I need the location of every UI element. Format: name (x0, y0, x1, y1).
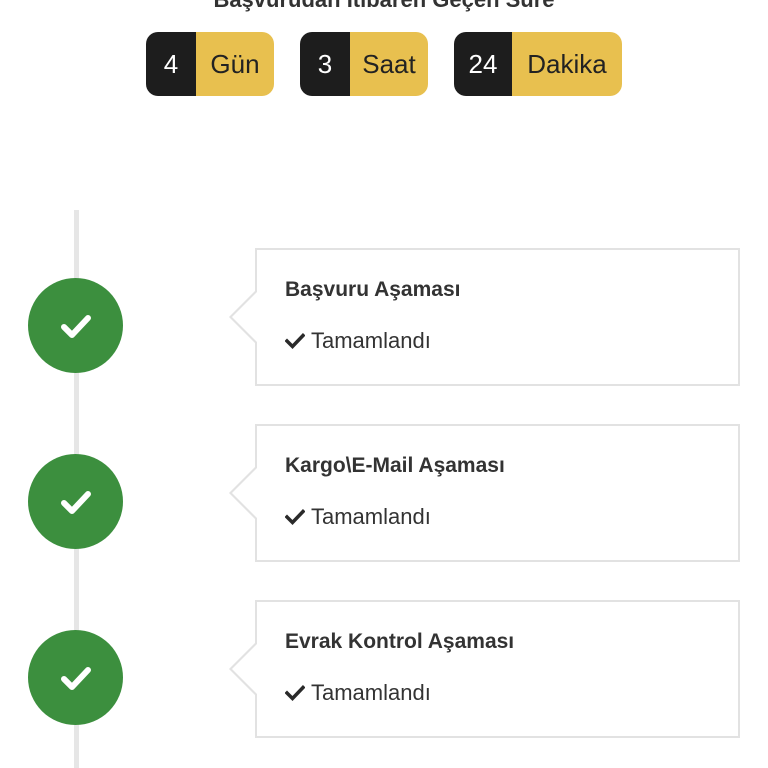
timeline-step-application: Başvuru Aşaması Tamamlandı (0, 248, 768, 388)
timeline-step-cargo-email: Kargo\E-Mail Aşaması Tamamlandı (0, 424, 768, 564)
minutes-counter: 24 Dakika (454, 32, 622, 96)
hours-unit: Saat (350, 32, 428, 96)
step-card: Evrak Kontrol Aşaması Tamamlandı (229, 600, 740, 738)
step-complete-badge (28, 454, 123, 549)
minutes-value: 24 (454, 32, 512, 96)
elapsed-time-title: Başvurudan İtibaren Geçen Süre (0, 0, 768, 14)
check-icon (60, 666, 91, 690)
application-tracking-page: Başvurudan İtibaren Geçen Süre 4 Gün 3 S… (0, 0, 768, 768)
step-card: Kargo\E-Mail Aşaması Tamamlandı (229, 424, 740, 562)
hours-counter: 3 Saat (300, 32, 428, 96)
step-status: Tamamlandı (285, 328, 431, 354)
step-status-label: Tamamlandı (311, 328, 431, 353)
step-complete-badge (28, 630, 123, 725)
step-title: Kargo\E-Mail Aşaması (285, 454, 505, 477)
check-icon (60, 490, 91, 514)
step-status: Tamamlandı (285, 504, 431, 530)
check-icon (60, 314, 91, 338)
minutes-unit: Dakika (512, 32, 622, 96)
check-icon (285, 685, 305, 702)
days-value: 4 (146, 32, 196, 96)
check-icon (285, 509, 305, 526)
timeline-step-document-check: Evrak Kontrol Aşaması Tamamlandı (0, 600, 768, 740)
step-title: Evrak Kontrol Aşaması (285, 630, 515, 653)
check-icon (285, 333, 305, 350)
days-unit: Gün (196, 32, 274, 96)
elapsed-time-counters: 4 Gün 3 Saat 24 Dakika (0, 32, 768, 96)
step-status: Tamamlandı (285, 680, 431, 706)
step-status-label: Tamamlandı (311, 680, 431, 705)
hours-value: 3 (300, 32, 350, 96)
days-counter: 4 Gün (146, 32, 274, 96)
step-complete-badge (28, 278, 123, 373)
step-title: Başvuru Aşaması (285, 278, 461, 301)
step-status-label: Tamamlandı (311, 504, 431, 529)
step-card: Başvuru Aşaması Tamamlandı (229, 248, 740, 386)
